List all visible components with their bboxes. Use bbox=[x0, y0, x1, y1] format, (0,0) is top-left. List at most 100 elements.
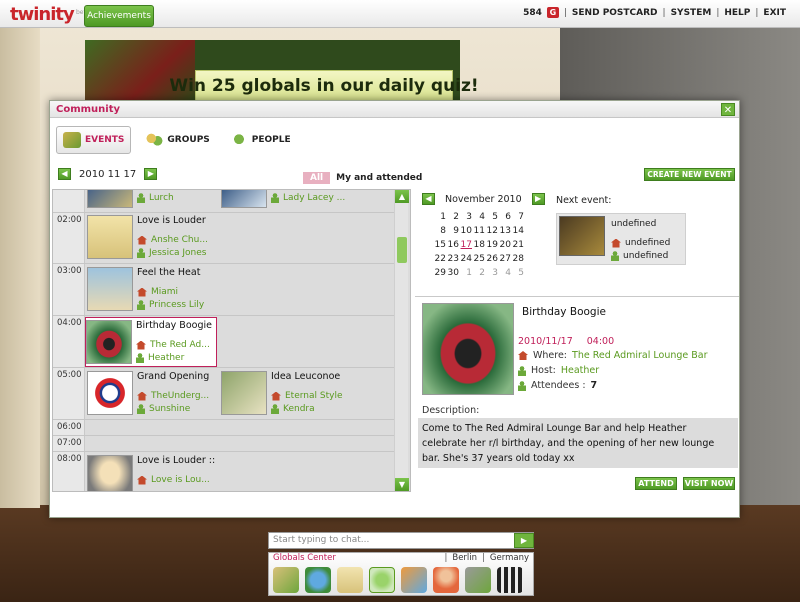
chat-send-button[interactable]: ▶ bbox=[514, 533, 534, 548]
tab-events[interactable]: EVENTS bbox=[56, 126, 132, 154]
event-host: Kendra bbox=[283, 404, 315, 414]
community-icon[interactable] bbox=[369, 567, 395, 593]
list-item[interactable]: Lurch bbox=[87, 190, 217, 210]
calendar-day[interactable]: 19 bbox=[486, 240, 498, 254]
calendar-day[interactable]: 25 bbox=[473, 254, 485, 268]
calendar-day[interactable]: 5 bbox=[486, 212, 498, 226]
list-item[interactable]: Lady Lacey ... bbox=[221, 190, 351, 210]
next-day-button[interactable]: ▶ bbox=[144, 168, 158, 180]
event-list-scrollbar[interactable]: ▲ ▼ bbox=[394, 190, 409, 491]
achievements-button[interactable]: Achievements bbox=[84, 5, 154, 27]
host-link[interactable]: Heather bbox=[561, 365, 599, 376]
calendar-day[interactable]: 4 bbox=[473, 212, 485, 226]
scroll-thumb[interactable] bbox=[397, 237, 407, 263]
tab-groups[interactable]: GROUPS bbox=[139, 126, 215, 154]
calendar-day-next-month[interactable]: 1 bbox=[460, 268, 472, 282]
close-button[interactable]: ✕ bbox=[721, 103, 735, 116]
community-title: Community bbox=[56, 104, 121, 115]
calendar-day-next-month[interactable]: 5 bbox=[512, 268, 524, 282]
calendar-day-next-month[interactable]: 4 bbox=[499, 268, 511, 282]
calendar-day[interactable]: 16 bbox=[447, 240, 459, 254]
event-detail-host: Host: Heather bbox=[518, 365, 599, 376]
calendar-day[interactable]: 14 bbox=[512, 226, 524, 240]
calendar-day[interactable]: 1 bbox=[434, 212, 446, 226]
send-postcard-link[interactable]: SEND POSTCARD bbox=[572, 8, 658, 18]
location-bar: Globals Center | Berlin | Germany bbox=[273, 553, 529, 563]
tab-people[interactable]: PEOPLE bbox=[224, 126, 297, 154]
calendar-day[interactable]: 11 bbox=[473, 226, 485, 240]
visit-now-button[interactable]: VISIT NOW bbox=[683, 477, 735, 490]
people-icon bbox=[229, 132, 248, 148]
filter-my-events-tab[interactable]: My and attended bbox=[332, 172, 426, 184]
attendees-icon bbox=[518, 380, 526, 391]
attend-button[interactable]: ATTEND bbox=[635, 477, 677, 490]
scroll-down-button[interactable]: ▼ bbox=[395, 478, 409, 491]
create-new-event-button[interactable]: CREATE NEW EVENT bbox=[644, 168, 735, 181]
list-item[interactable]: Grand Opening TheUnderg... Sunshine bbox=[87, 369, 217, 419]
previous-day-button[interactable]: ◀ bbox=[58, 168, 71, 180]
calendar-day[interactable]: 23 bbox=[447, 254, 459, 268]
calendar-day[interactable]: 22 bbox=[434, 254, 446, 268]
time-label: 08:00 bbox=[57, 454, 82, 464]
calendar-week: 1 2 3 4 5 6 7 bbox=[434, 212, 538, 226]
host-icon bbox=[137, 300, 145, 310]
event-thumbnail bbox=[87, 371, 133, 415]
calendar-day[interactable]: 26 bbox=[486, 254, 498, 268]
scroll-up-button[interactable]: ▲ bbox=[395, 190, 409, 203]
calendar-day[interactable]: 12 bbox=[486, 226, 498, 240]
calendar-day[interactable]: 18 bbox=[473, 240, 485, 254]
calendar-day[interactable]: 8 bbox=[434, 226, 446, 240]
calendar-day[interactable]: 15 bbox=[434, 240, 446, 254]
calendar-day-next-month[interactable]: 2 bbox=[473, 268, 485, 282]
next-month-button[interactable]: ▶ bbox=[531, 193, 545, 205]
help-link[interactable]: HELP bbox=[724, 8, 750, 18]
next-event-label: Next event: bbox=[556, 195, 612, 206]
where-label: Where: bbox=[533, 350, 568, 361]
calendar-day[interactable]: 13 bbox=[499, 226, 511, 240]
twinity-logo[interactable]: twinity bbox=[10, 4, 75, 25]
event-host: Heather bbox=[148, 353, 185, 363]
calendar-day[interactable]: 3 bbox=[460, 212, 472, 226]
next-event-title: undefined bbox=[611, 219, 657, 229]
list-item-selected[interactable]: Birthday Boogie The Red Ad... Heather bbox=[85, 317, 217, 367]
where-link[interactable]: The Red Admiral Lounge Bar bbox=[572, 350, 708, 361]
calendar-day[interactable]: 10 bbox=[460, 226, 472, 240]
calendar-day[interactable]: 9 bbox=[447, 226, 459, 240]
calendar-day[interactable]: 20 bbox=[499, 240, 511, 254]
calendar-day[interactable]: 21 bbox=[512, 240, 524, 254]
world-map-icon[interactable] bbox=[305, 567, 331, 593]
previous-month-button[interactable]: ◀ bbox=[422, 193, 435, 205]
list-item[interactable]: Love is Louder Anshe Chu... Jessica Jone… bbox=[87, 213, 217, 263]
community-titlebar[interactable]: Community ✕ bbox=[50, 101, 739, 118]
location-icon bbox=[136, 340, 146, 350]
list-item[interactable]: Idea Leuconoe Eternal Style Kendra bbox=[221, 369, 361, 419]
location-icon bbox=[271, 391, 281, 401]
calendar-day[interactable]: 2 bbox=[447, 212, 459, 226]
media-clapper-icon[interactable] bbox=[497, 567, 523, 593]
event-location: Anshe Chu... bbox=[151, 235, 208, 245]
inventory-icon[interactable] bbox=[273, 567, 299, 593]
calendar-day[interactable]: 27 bbox=[499, 254, 511, 268]
chat-input[interactable]: Start typing to chat... bbox=[268, 532, 534, 549]
calendar-day[interactable]: 24 bbox=[460, 254, 472, 268]
pillar bbox=[0, 28, 40, 508]
next-event-card[interactable]: undefined undefined undefined bbox=[556, 213, 686, 265]
avatar-icon[interactable] bbox=[433, 567, 459, 593]
mail-icon[interactable] bbox=[337, 567, 363, 593]
event-detail-where: Where: The Red Admiral Lounge Bar bbox=[518, 350, 708, 361]
calendar-day[interactable]: 7 bbox=[512, 212, 524, 226]
list-item[interactable]: Feel the Heat Miami Princess Lily bbox=[87, 265, 217, 315]
calendar-day[interactable]: 30 bbox=[447, 268, 459, 282]
calendar-day[interactable]: 28 bbox=[512, 254, 524, 268]
exit-link[interactable]: EXIT bbox=[763, 8, 786, 18]
shop-icon[interactable] bbox=[465, 567, 491, 593]
chat-bubbles-icon[interactable] bbox=[401, 567, 427, 593]
calendar-day-today[interactable]: 17 bbox=[460, 240, 472, 254]
system-link[interactable]: SYSTEM bbox=[671, 8, 712, 18]
calendar-day[interactable]: 29 bbox=[434, 268, 446, 282]
calendar-day-next-month[interactable]: 3 bbox=[486, 268, 498, 282]
event-thumbnail bbox=[87, 455, 133, 491]
calendar-day[interactable]: 6 bbox=[499, 212, 511, 226]
list-item[interactable]: Love is Louder :: Love is Lou... bbox=[87, 453, 237, 491]
filter-all-tab[interactable]: All bbox=[303, 172, 331, 184]
